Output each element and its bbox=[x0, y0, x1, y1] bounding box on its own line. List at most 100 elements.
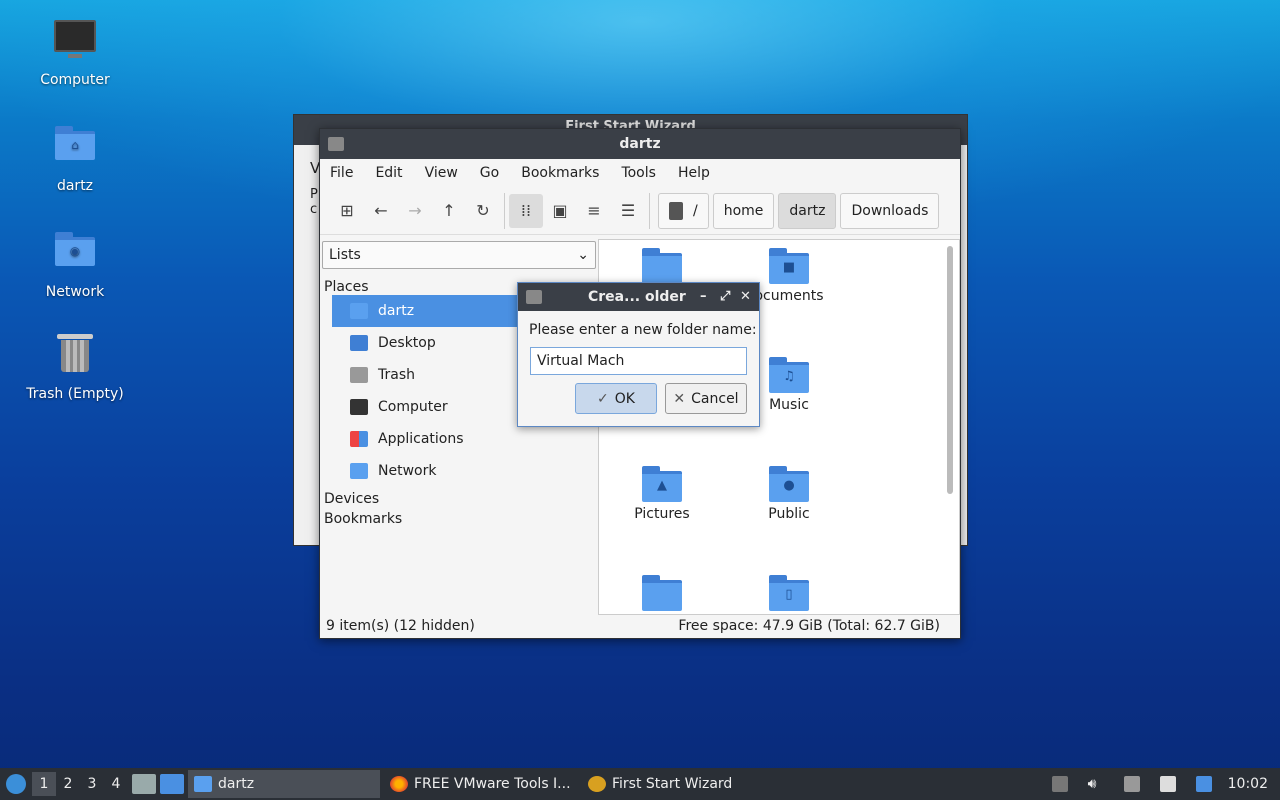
music-folder-icon: ♫ bbox=[769, 357, 809, 393]
firefox-icon bbox=[390, 776, 408, 792]
start-menu-button[interactable] bbox=[0, 768, 32, 800]
sidebar-item-network[interactable]: Network bbox=[332, 455, 598, 487]
side-pane-select[interactable]: Lists ⌄ bbox=[322, 241, 596, 269]
select-value: Lists bbox=[329, 247, 361, 263]
desktop-icon-label: Network bbox=[45, 284, 105, 300]
sidebar-item-label: Applications bbox=[378, 431, 464, 447]
close-icon: ✕ bbox=[673, 390, 686, 407]
toolbar: ⊞ ← → ↑ ↻ ⁞⁞ ▣ ≡ ☰ / home dartz Download… bbox=[320, 187, 960, 235]
desktop-icon-network[interactable]: ◉ Network bbox=[20, 226, 130, 300]
minimize-icon[interactable]: – bbox=[700, 283, 707, 311]
ok-button[interactable]: ✓ OK bbox=[575, 383, 657, 414]
computer-icon bbox=[51, 20, 99, 68]
applications-icon bbox=[350, 431, 368, 447]
dialog-titlebar[interactable]: Crea... older – ⤢ ✕ bbox=[518, 283, 759, 311]
reload-icon[interactable]: ↻ bbox=[466, 194, 500, 228]
public-folder-icon: ● bbox=[769, 466, 809, 502]
trash-icon bbox=[350, 367, 368, 383]
network-tray-icon[interactable] bbox=[1123, 776, 1140, 792]
home-folder-icon bbox=[350, 303, 368, 319]
wizard-icon bbox=[588, 776, 606, 792]
menu-tools[interactable]: Tools bbox=[621, 165, 656, 181]
update-notifier-icon[interactable] bbox=[1195, 776, 1212, 792]
path-label: dartz bbox=[789, 202, 826, 219]
path-label: / bbox=[693, 202, 698, 219]
workspace-3[interactable]: 3 bbox=[80, 776, 104, 792]
menu-view[interactable]: View bbox=[425, 165, 458, 181]
desktop-icon-label: Computer bbox=[40, 72, 110, 88]
sidebar-item-label: Computer bbox=[378, 399, 448, 415]
path-label: Downloads bbox=[851, 202, 929, 219]
computer-icon bbox=[350, 399, 368, 415]
folder-item[interactable] bbox=[607, 575, 717, 614]
pictures-folder-icon: ▲ bbox=[642, 466, 682, 502]
chevron-down-icon: ⌄ bbox=[577, 247, 589, 263]
desktop-icon-trash[interactable]: Trash (Empty) bbox=[20, 330, 130, 402]
forward-arrow-icon[interactable]: → bbox=[398, 194, 432, 228]
workspace-4[interactable]: 4 bbox=[104, 776, 128, 792]
clipboard-icon[interactable] bbox=[1159, 776, 1176, 792]
lubuntu-logo-icon bbox=[6, 774, 26, 794]
taskbar: 1 2 3 4 dartz FREE VMware Tools I... Fir… bbox=[0, 768, 1280, 800]
maximize-icon[interactable]: ⤢ bbox=[720, 283, 730, 311]
up-arrow-icon[interactable]: ↑ bbox=[432, 194, 466, 228]
icon-view-icon[interactable]: ⁞⁞ bbox=[509, 193, 543, 228]
path-button-home[interactable]: home bbox=[712, 192, 775, 229]
close-icon[interactable]: ✕ bbox=[740, 283, 751, 311]
folder-icon bbox=[328, 137, 344, 151]
sidebar-item-applications[interactable]: Applications bbox=[332, 423, 598, 455]
checkmark-icon: ✓ bbox=[597, 390, 609, 407]
menu-help[interactable]: Help bbox=[678, 165, 710, 181]
desktop-icon-dartz[interactable]: ⌂ dartz bbox=[20, 120, 130, 194]
sidebar-item-label: Desktop bbox=[378, 335, 436, 351]
task-label: FREE VMware Tools I... bbox=[414, 776, 571, 792]
create-folder-dialog[interactable]: Crea... older – ⤢ ✕ Please enter a new f… bbox=[517, 282, 760, 427]
workspace-2[interactable]: 2 bbox=[56, 776, 80, 792]
scrollbar[interactable] bbox=[947, 246, 953, 494]
menu-file[interactable]: File bbox=[330, 165, 353, 181]
desktop-icon-computer[interactable]: Computer bbox=[20, 16, 130, 88]
folder-item-public[interactable]: ● Public bbox=[734, 466, 844, 522]
path-button-root[interactable]: / bbox=[658, 192, 709, 229]
file-manager-launcher-icon[interactable] bbox=[132, 774, 156, 794]
folder-name-input[interactable]: Virtual Mach bbox=[530, 347, 747, 375]
menu-go[interactable]: Go bbox=[480, 165, 499, 181]
folder-label: Pictures bbox=[634, 506, 690, 522]
thumbnail-view-icon[interactable]: ▣ bbox=[543, 194, 577, 228]
menu-edit[interactable]: Edit bbox=[375, 165, 402, 181]
dialog-prompt: Please enter a new folder name: bbox=[529, 322, 757, 338]
clock[interactable]: 10:02 bbox=[1228, 776, 1268, 792]
compact-view-icon[interactable]: ≡ bbox=[577, 194, 611, 228]
task-first-start-wizard[interactable]: First Start Wizard bbox=[582, 770, 732, 798]
desktop-icon-label: dartz bbox=[56, 178, 94, 194]
detailed-list-view-icon[interactable]: ☰ bbox=[611, 194, 645, 228]
dialog-title: Crea... older bbox=[588, 289, 686, 305]
bookmarks-heading[interactable]: Bookmarks bbox=[320, 507, 598, 527]
templates-folder-icon: ▯ bbox=[769, 575, 809, 611]
task-dartz[interactable]: dartz bbox=[188, 770, 380, 798]
workspace-1[interactable]: 1 bbox=[32, 772, 56, 796]
folder-icon bbox=[642, 575, 682, 611]
path-button-downloads[interactable]: Downloads bbox=[840, 192, 940, 229]
statusbar: 9 item(s) (12 hidden) Free space: 47.9 G… bbox=[320, 614, 960, 638]
task-firefox[interactable]: FREE VMware Tools I... bbox=[384, 770, 578, 798]
devices-heading[interactable]: Devices bbox=[320, 487, 598, 507]
sidebar-item-label: Trash bbox=[378, 367, 415, 383]
back-arrow-icon[interactable]: ← bbox=[364, 194, 398, 228]
show-desktop-icon[interactable] bbox=[160, 774, 184, 794]
network-folder-icon: ◉ bbox=[51, 232, 99, 280]
folder-item-pictures[interactable]: ▲ Pictures bbox=[607, 466, 717, 522]
window-titlebar[interactable]: dartz bbox=[320, 129, 960, 159]
free-space: Free space: 47.9 GiB (Total: 62.7 GiB) bbox=[678, 618, 940, 634]
desktop-icon bbox=[350, 335, 368, 351]
path-button-dartz[interactable]: dartz bbox=[778, 192, 837, 229]
cancel-button[interactable]: ✕ Cancel bbox=[665, 383, 747, 414]
folder-item-templates[interactable]: ▯ bbox=[734, 575, 844, 614]
volume-icon[interactable]: 🔊︎ bbox=[1088, 776, 1104, 792]
tray-up-icon[interactable] bbox=[1051, 776, 1068, 792]
menu-bookmarks[interactable]: Bookmarks bbox=[521, 165, 599, 181]
documents-folder-icon: ■ bbox=[769, 248, 809, 284]
folder-label: Public bbox=[768, 506, 810, 522]
sidebar-item-label: dartz bbox=[378, 303, 415, 319]
new-tab-icon[interactable]: ⊞ bbox=[330, 194, 364, 228]
